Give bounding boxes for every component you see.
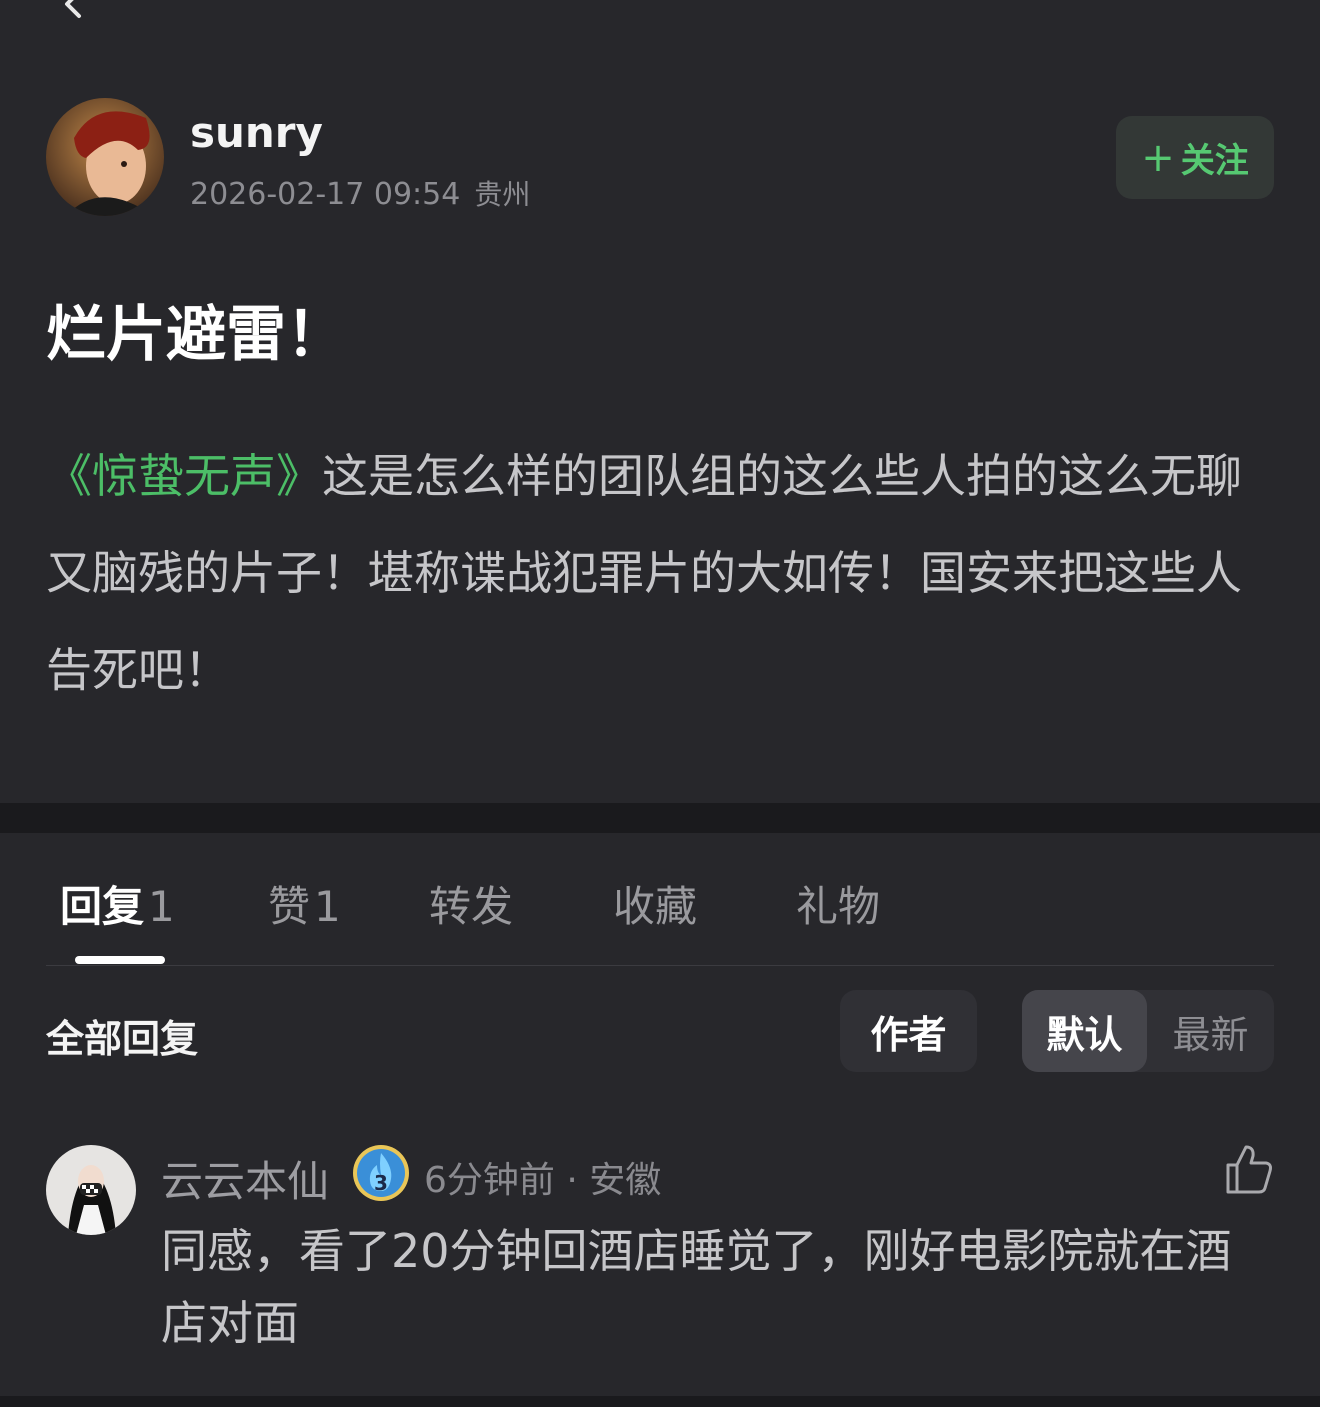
avatar[interactable] [46,98,164,216]
movie-link[interactable]: 《惊蛰无声》 [46,449,322,503]
sort-toggle: 默认 最新 [1022,990,1274,1072]
post-meta: 2026-02-17 09:54 贵州 [190,173,530,213]
tab-gift[interactable]: 礼物 [796,873,880,934]
comment-text: 同感，看了20分钟回酒店睡觉了，刚好电影院就在酒店对面 [161,1224,1232,1350]
reply-filter-row: 全部回复 作者 默认 最新 [46,990,1274,1074]
tab-favorite[interactable]: 收藏 [613,873,697,934]
tab-likes-label: 赞 [268,882,311,931]
post-header: sunry 2026-02-17 09:54 贵州 + 关注 [46,98,1274,218]
tab-replies[interactable]: 回复1 [60,873,175,934]
comment-meta: 6分钟前 · 安徽 [424,1160,662,1201]
section-divider [0,803,1320,833]
post-datetime: 2026-02-17 09:54 [190,177,461,212]
back-icon[interactable] [55,0,85,20]
thumbs-up-icon[interactable] [1224,1143,1274,1195]
commenter-name[interactable]: 云云本仙 [161,1148,329,1209]
commenter-avatar[interactable] [46,1145,136,1235]
tab-likes[interactable]: 赞1 [268,873,341,934]
comment-item: 云云本仙 3 6分钟前 · 安徽 同感，看了20分钟回酒店睡觉了，刚好电影院就在… [46,1143,1274,1383]
post-location: 贵州 [474,178,531,211]
tab-likes-count: 1 [314,882,341,931]
sort-default-button[interactable]: 默认 [1022,990,1147,1072]
post-title: 烂片避雷！ [46,300,346,370]
all-replies-heading: 全部回复 [46,1017,199,1061]
tab-repost[interactable]: 转发 [429,873,513,934]
flame-level-badge-icon: 3 [353,1145,409,1201]
follow-button[interactable]: + 关注 [1116,116,1274,199]
follow-label: 关注 [1180,141,1249,181]
bottom-divider [0,1396,1320,1407]
tab-replies-count: 1 [148,882,175,931]
active-tab-indicator [75,956,165,964]
badge-level: 3 [374,1171,388,1195]
tab-bar: 回复1 赞1 转发 收藏 礼物 [46,855,1274,966]
username[interactable]: sunry [190,108,323,157]
post-body: 《惊蛰无声》这是怎么样的团队组的这么些人拍的这么无聊又脑残的片子！堪称谍战犯罪片… [46,428,1256,719]
author-filter-button[interactable]: 作者 [840,990,977,1072]
sort-latest-button[interactable]: 最新 [1147,990,1274,1072]
plus-icon: + [1141,134,1175,181]
tab-replies-label: 回复 [60,882,145,931]
